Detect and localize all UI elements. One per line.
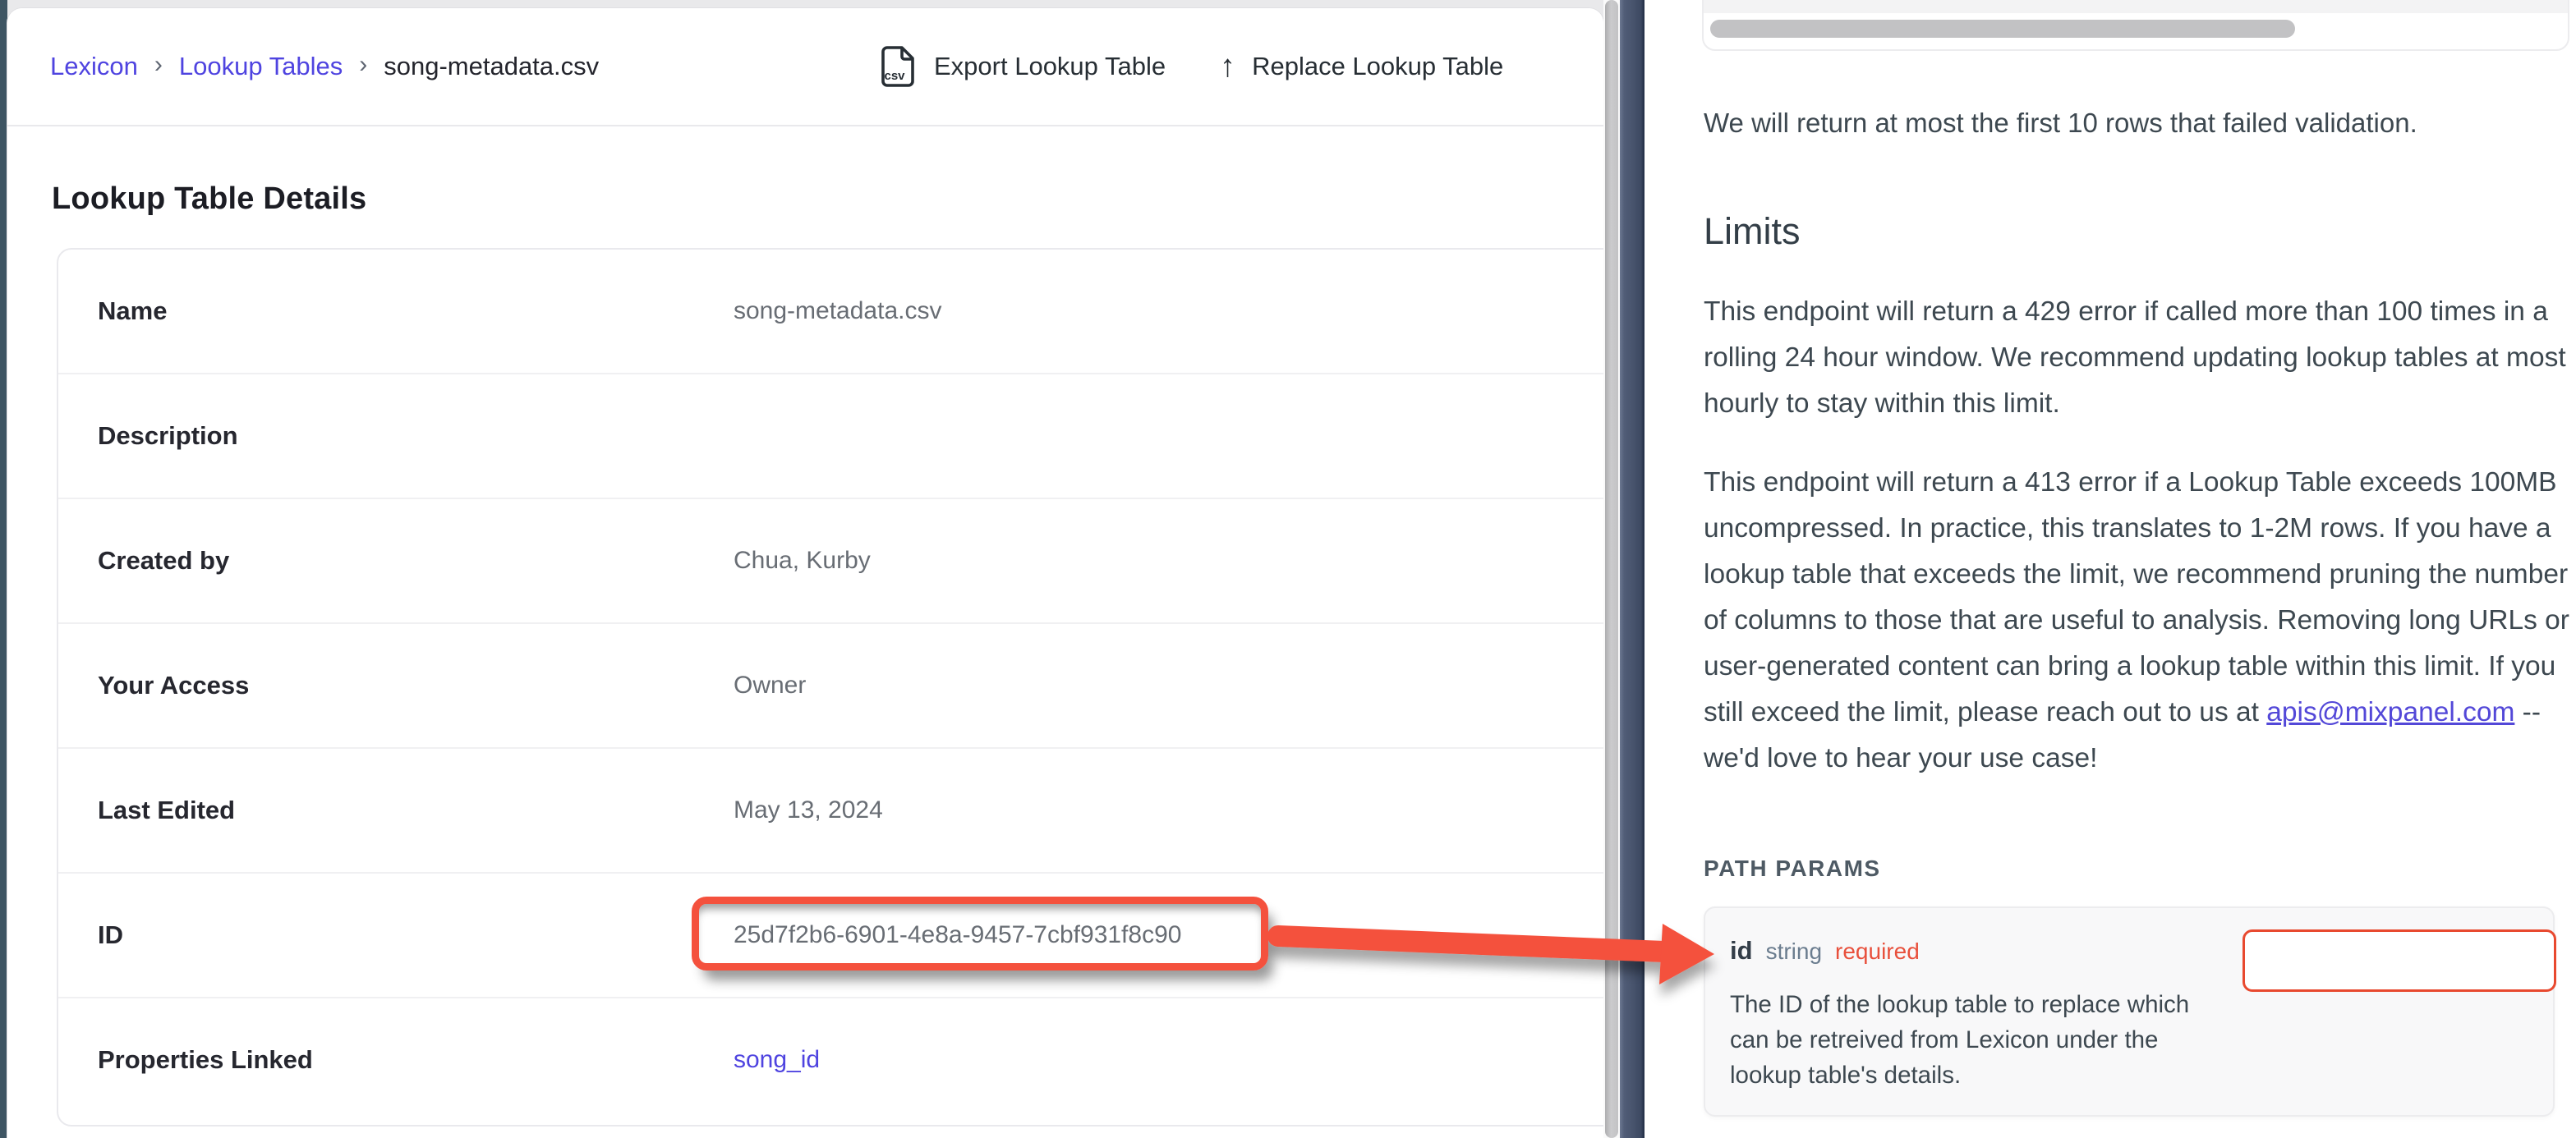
limits-paragraph-2: This endpoint will return a 413 error if… bbox=[1704, 460, 2571, 782]
breadcrumb-current-file: song-metadata.csv bbox=[384, 52, 599, 81]
breadcrumb-lookup-tables-link[interactable]: Lookup Tables bbox=[179, 52, 343, 81]
detail-row-created-by: Created by Chua, Kurby bbox=[58, 498, 1603, 622]
chevron-right-icon: › bbox=[359, 51, 367, 79]
row-label: Your Access bbox=[58, 671, 694, 700]
detail-row-name: Name song-metadata.csv bbox=[58, 250, 1603, 373]
panel-divider bbox=[1620, 0, 1644, 1138]
row-label: Name bbox=[58, 296, 694, 326]
breadcrumb: Lexicon › Lookup Tables › song-metadata.… bbox=[50, 8, 599, 125]
row-label: Last Edited bbox=[58, 796, 694, 825]
lexicon-header: Lexicon › Lookup Tables › song-metadata.… bbox=[7, 8, 1603, 126]
row-value: May 13, 2024 bbox=[694, 796, 883, 824]
param-name: id bbox=[1730, 936, 1753, 966]
app-sidebar-edge bbox=[0, 0, 7, 1138]
page-title: Lookup Table Details bbox=[52, 181, 366, 217]
replace-lookup-table-label: Replace Lookup Table bbox=[1252, 52, 1503, 81]
detail-row-last-edited: Last Edited May 13, 2024 bbox=[58, 747, 1603, 872]
detail-row-properties-linked: Properties Linked song_id bbox=[58, 997, 1603, 1122]
param-id-input[interactable] bbox=[2242, 929, 2556, 992]
screen: Lexicon › Lookup Tables › song-metadata.… bbox=[0, 0, 2576, 1138]
docs-intro-text: We will return at most the first 10 rows… bbox=[1704, 105, 2566, 141]
param-header: id string required bbox=[1730, 936, 1920, 966]
song-id-property-link[interactable]: song_id bbox=[694, 1046, 820, 1074]
id-highlight-annotation-box bbox=[692, 897, 1268, 971]
param-description: The ID of the lookup table to replace wh… bbox=[1730, 987, 2223, 1093]
row-label: Created by bbox=[58, 546, 694, 576]
row-value: Chua, Kurby bbox=[694, 547, 871, 575]
limits-heading: Limits bbox=[1704, 209, 1801, 255]
paragraph-text: This endpoint will return a 413 error if… bbox=[1704, 467, 2569, 727]
horizontal-scrollbar-thumb[interactable] bbox=[1710, 20, 2295, 38]
replace-lookup-table-button[interactable]: ↑ Replace Lookup Table bbox=[1220, 51, 1503, 82]
apis-mixpanel-email-link[interactable]: apis@mixpanel.com bbox=[2266, 697, 2514, 727]
code-block-band bbox=[1704, 0, 2568, 13]
header-actions: csv Export Lookup Table ↑ Replace Lookup… bbox=[880, 8, 1503, 125]
row-label: ID bbox=[58, 920, 694, 950]
upload-arrow-icon: ↑ bbox=[1220, 51, 1235, 82]
api-docs-panel: We will return at most the first 10 rows… bbox=[1644, 0, 2576, 1138]
left-window-vertical-scrollbar[interactable] bbox=[1603, 0, 1620, 1138]
svg-text:csv: csv bbox=[885, 69, 906, 83]
lookup-table-details-card: Name song-metadata.csv Description Creat… bbox=[57, 248, 1603, 1127]
detail-row-your-access: Your Access Owner bbox=[58, 622, 1603, 747]
chevron-right-icon: › bbox=[154, 51, 163, 79]
path-param-card: id string required The ID of the lookup … bbox=[1704, 906, 2555, 1117]
row-value: song-metadata.csv bbox=[694, 297, 941, 325]
detail-row-description: Description bbox=[58, 373, 1603, 498]
row-value: Owner bbox=[694, 672, 806, 700]
param-type: string bbox=[1766, 938, 1822, 965]
param-required-badge: required bbox=[1835, 938, 1920, 965]
path-params-section-label: PATH PARAMS bbox=[1704, 854, 1881, 883]
scrollbar-thumb[interactable] bbox=[1605, 0, 1618, 1138]
export-lookup-table-button[interactable]: csv Export Lookup Table bbox=[880, 45, 1166, 88]
export-lookup-table-label: Export Lookup Table bbox=[934, 52, 1166, 81]
breadcrumb-lexicon-link[interactable]: Lexicon bbox=[50, 52, 138, 81]
code-block-bottom bbox=[1702, 0, 2569, 51]
csv-file-icon: csv bbox=[880, 45, 918, 88]
row-label: Properties Linked bbox=[58, 1045, 694, 1075]
limits-paragraph-1: This endpoint will return a 429 error if… bbox=[1704, 289, 2571, 427]
row-label: Description bbox=[58, 421, 694, 451]
